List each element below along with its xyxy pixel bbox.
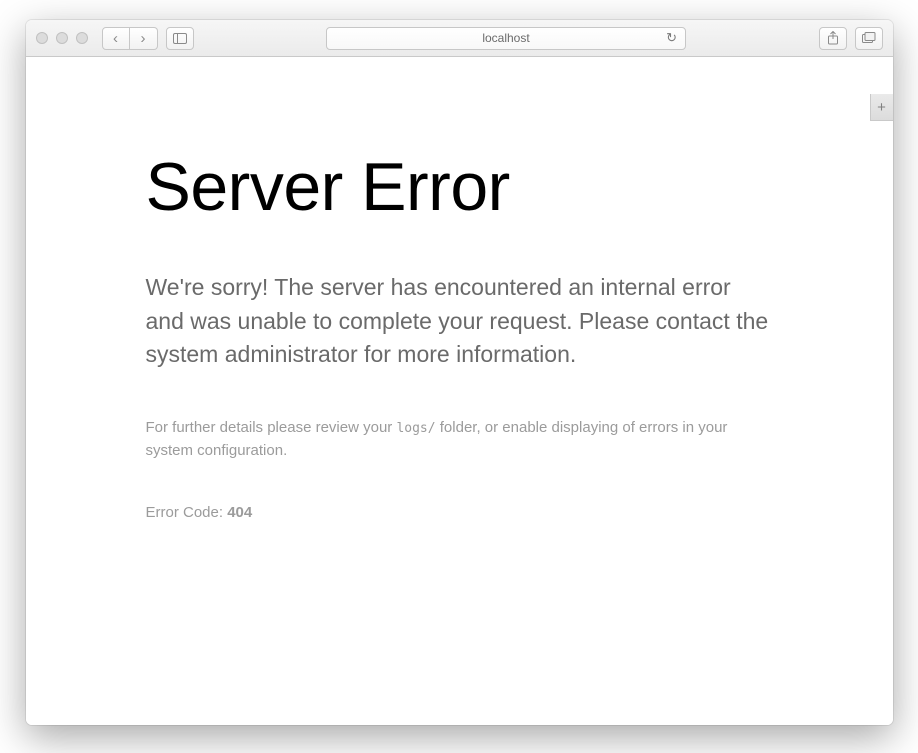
browser-toolbar: ‹ › localhost ↻ — [26, 20, 893, 57]
plus-icon: + — [877, 99, 886, 116]
nav-button-group: ‹ › — [102, 27, 158, 50]
share-button[interactable] — [819, 27, 847, 50]
error-message: We're sorry! The server has encountered … — [146, 271, 773, 371]
tabs-icon — [862, 32, 876, 44]
error-details-pre: For further details please review your — [146, 419, 397, 436]
browser-window: ‹ › localhost ↻ — [26, 20, 893, 725]
toolbar-right-group — [819, 27, 883, 50]
address-text: localhost — [482, 31, 529, 45]
error-title: Server Error — [146, 152, 773, 223]
error-code-value: 404 — [227, 504, 252, 521]
chevron-left-icon: ‹ — [113, 31, 118, 46]
address-bar-wrap: localhost ↻ — [262, 27, 751, 50]
zoom-window-button[interactable] — [76, 32, 88, 44]
address-bar[interactable]: localhost ↻ — [326, 27, 686, 50]
back-button[interactable]: ‹ — [102, 27, 130, 50]
page-content: Server Error We're sorry! The server has… — [26, 57, 893, 725]
sidebar-icon — [173, 33, 187, 44]
minimize-window-button[interactable] — [56, 32, 68, 44]
new-tab-button[interactable]: + — [870, 94, 893, 121]
error-code-label: Error Code: — [146, 504, 228, 521]
window-controls — [36, 32, 88, 44]
logs-path: logs/ — [396, 421, 435, 436]
reload-icon[interactable]: ↻ — [666, 30, 677, 46]
sidebar-toggle-button[interactable] — [166, 27, 194, 50]
share-icon — [827, 31, 839, 45]
show-tabs-button[interactable] — [855, 27, 883, 50]
forward-button[interactable]: › — [130, 27, 158, 50]
close-window-button[interactable] — [36, 32, 48, 44]
chevron-right-icon: › — [141, 31, 146, 46]
error-details: For further details please review your l… — [146, 417, 773, 462]
error-code-line: Error Code: 404 — [146, 502, 773, 525]
